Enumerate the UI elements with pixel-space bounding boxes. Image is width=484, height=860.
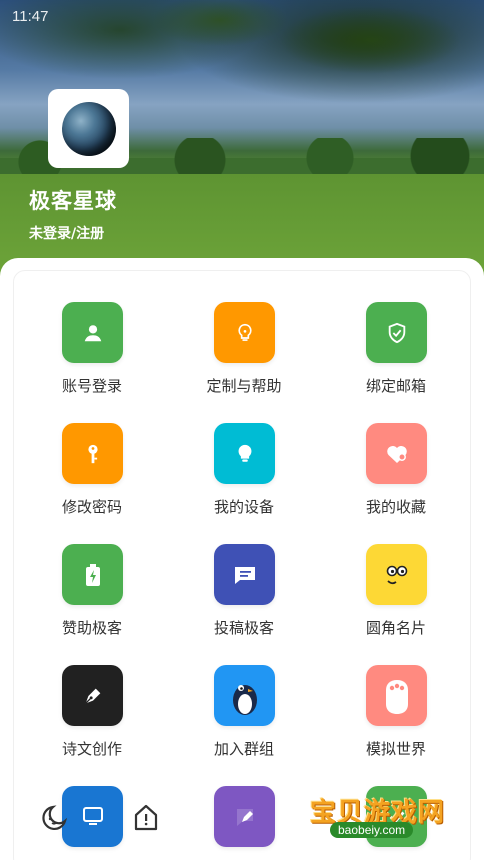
info-icon (131, 803, 161, 837)
tile-poetry[interactable]: 诗文创作 (22, 665, 162, 765)
tile-label: 圆角名片 (365, 619, 426, 637)
tile-label: 修改密码 (61, 498, 122, 516)
tree-foliage (130, 0, 484, 120)
tile-sponsor[interactable]: 赞助极客 (22, 544, 162, 644)
tile-round-card[interactable]: 圆角名片 (326, 544, 466, 644)
app-title: 极客星球 (29, 189, 117, 213)
watermark: 宝贝游戏网 baobeiy.com (300, 770, 484, 860)
tile-custom-help[interactable]: 定制与帮助 (174, 302, 314, 402)
tile-bind-email[interactable]: 绑定邮箱 (326, 302, 466, 402)
paw-icon (366, 665, 427, 726)
heart-icon (366, 423, 427, 484)
tile-label: 投稿极客 (213, 619, 274, 637)
key-icon (62, 423, 123, 484)
tile-label: 我的收藏 (365, 498, 426, 516)
penguin-icon (214, 665, 275, 726)
tile-simulated-world[interactable]: 模拟世界 (326, 665, 466, 765)
tile-label: 账号登录 (61, 377, 122, 395)
tile-label: 绑定邮箱 (365, 377, 426, 395)
tile-label: 诗文创作 (61, 740, 122, 758)
watermark-url: baobeiy.com (330, 822, 414, 838)
tile-join-group[interactable]: 加入群组 (174, 665, 314, 765)
face-icon (366, 544, 427, 605)
tile-label: 模拟世界 (365, 740, 426, 758)
shield-check-icon (366, 302, 427, 363)
login-register-link[interactable]: 未登录/注册 (29, 223, 104, 243)
tile-my-favorites[interactable]: 我的收藏 (326, 423, 466, 523)
about-button[interactable] (128, 802, 164, 838)
battery-icon (62, 544, 123, 605)
tile-label: 我的设备 (213, 498, 274, 516)
person-icon (62, 302, 123, 363)
bulb-device-icon (214, 423, 275, 484)
tile-label: 定制与帮助 (206, 377, 282, 395)
tile-label: 赞助极客 (61, 619, 122, 637)
lightbulb-icon (214, 302, 275, 363)
avatar[interactable] (48, 89, 129, 168)
status-time: 11:47 (12, 8, 49, 25)
tile-my-devices[interactable]: 我的设备 (174, 423, 314, 523)
moon-icon (39, 803, 69, 837)
planet-logo-icon (61, 101, 116, 156)
tile-account-login[interactable]: 账号登录 (22, 302, 162, 402)
night-mode-button[interactable] (36, 802, 72, 838)
tile-submit[interactable]: 投稿极客 (174, 544, 314, 644)
tile-label: 加入群组 (213, 740, 274, 758)
tile-change-password[interactable]: 修改密码 (22, 423, 162, 523)
message-icon (214, 544, 275, 605)
pen-icon (62, 665, 123, 726)
